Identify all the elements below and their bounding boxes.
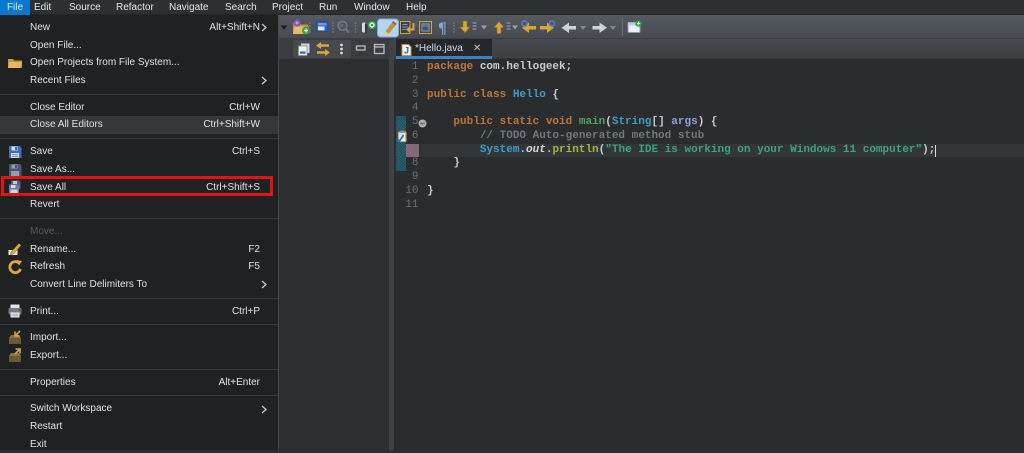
svg-text:¶: ¶ [438,20,447,37]
svg-text:J: J [404,46,409,56]
